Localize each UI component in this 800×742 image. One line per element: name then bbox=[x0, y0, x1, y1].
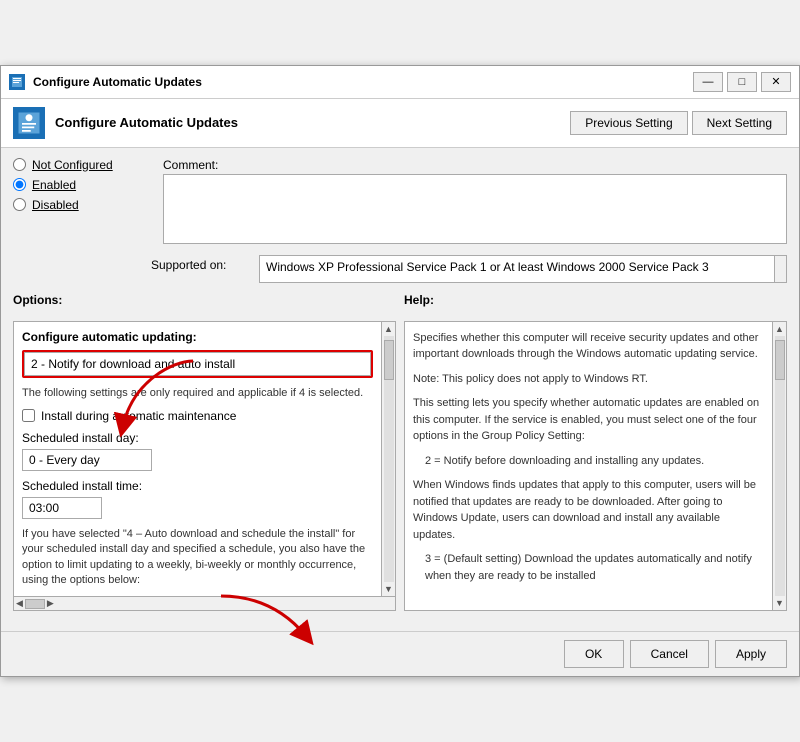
title-bar-controls: — □ ✕ bbox=[693, 72, 791, 92]
supported-scrollbar[interactable] bbox=[774, 256, 786, 282]
ok-button[interactable]: OK bbox=[564, 640, 624, 668]
h-scroll-left-arrow[interactable]: ◀ bbox=[16, 598, 23, 609]
columns-section: Options: Help: Configure automatic updat… bbox=[13, 293, 787, 612]
scroll-up-arrow[interactable]: ▲ bbox=[384, 324, 393, 334]
auto-maintenance-checkbox-item[interactable]: Install during automatic maintenance bbox=[22, 409, 373, 423]
window: Configure Automatic Updates — □ ✕ Config… bbox=[0, 65, 800, 678]
help-para1: Specifies whether this computer will rec… bbox=[413, 330, 764, 363]
supported-value: Windows XP Professional Service Pack 1 o… bbox=[259, 255, 787, 283]
left-scroll-area: Configure automatic updating: 2 - Notify… bbox=[14, 322, 381, 597]
disabled-radio[interactable] bbox=[13, 198, 26, 211]
window-icon bbox=[9, 74, 25, 90]
apply-button[interactable]: Apply bbox=[715, 640, 787, 668]
radio-group: Not Configured Enabled Disabled bbox=[13, 158, 143, 212]
header-icon bbox=[13, 107, 45, 139]
previous-setting-button[interactable]: Previous Setting bbox=[570, 111, 687, 135]
left-scrollbar[interactable]: ▲ ▼ bbox=[381, 322, 395, 597]
configure-dropdown[interactable]: 2 - Notify for download and auto install… bbox=[24, 352, 371, 376]
maximize-button[interactable]: □ bbox=[727, 72, 757, 92]
day-select-wrapper: 0 - Every day 1 - Sunday 2 - Monday bbox=[22, 449, 152, 471]
header-buttons: Previous Setting Next Setting bbox=[570, 111, 787, 135]
help-para5: When Windows finds updates that apply to… bbox=[413, 477, 764, 543]
help-para4: 2 = Notify before downloading and instal… bbox=[425, 453, 764, 470]
dialog-header: Configure Automatic Updates Previous Set… bbox=[1, 99, 799, 148]
bottom-text: If you have selected "4 – Auto download … bbox=[22, 527, 373, 589]
auto-maintenance-checkbox[interactable] bbox=[22, 409, 35, 422]
options-comment-row: Not Configured Enabled Disabled Comment: bbox=[13, 158, 787, 247]
help-para2: Note: This policy does not apply to Wind… bbox=[413, 371, 764, 388]
title-bar: Configure Automatic Updates — □ ✕ bbox=[1, 66, 799, 99]
supported-value-text: Windows XP Professional Service Pack 1 o… bbox=[266, 260, 709, 274]
help-para6: 3 = (Default setting) Download the updat… bbox=[425, 551, 764, 584]
scroll-thumb[interactable] bbox=[384, 340, 394, 380]
configure-dropdown-wrapper: 2 - Notify for download and auto install… bbox=[22, 350, 373, 378]
day-field-row: 0 - Every day 1 - Sunday 2 - Monday bbox=[22, 449, 373, 471]
header-title: Configure Automatic Updates bbox=[55, 115, 238, 130]
supported-row: Supported on: Windows XP Professional Se… bbox=[13, 255, 787, 283]
configure-updating-label: Configure automatic updating: bbox=[22, 330, 373, 344]
comment-label: Comment: bbox=[163, 158, 787, 172]
options-header: Options: bbox=[13, 293, 396, 307]
time-label: Scheduled install time: bbox=[22, 479, 373, 493]
right-scroll-up-arrow[interactable]: ▲ bbox=[775, 324, 784, 334]
not-configured-option[interactable]: Not Configured bbox=[13, 158, 143, 172]
minimize-button[interactable]: — bbox=[693, 72, 723, 92]
cancel-button[interactable]: Cancel bbox=[630, 640, 709, 668]
time-select-wrapper: 03:00 04:00 bbox=[22, 497, 102, 519]
disabled-label: Disabled bbox=[32, 198, 79, 212]
not-configured-radio[interactable] bbox=[13, 158, 26, 171]
h-scroll-right-arrow[interactable]: ▶ bbox=[47, 598, 54, 609]
footer: OK Cancel Apply bbox=[1, 631, 799, 676]
scroll-down-arrow[interactable]: ▼ bbox=[384, 584, 393, 594]
help-header: Help: bbox=[404, 293, 787, 307]
auto-maintenance-label: Install during automatic maintenance bbox=[41, 409, 236, 423]
dialog-body: Not Configured Enabled Disabled Comment:… bbox=[1, 148, 799, 632]
h-scroll-thumb[interactable] bbox=[25, 599, 45, 609]
right-scroll-down-arrow[interactable]: ▼ bbox=[775, 598, 784, 608]
right-column: Specifies whether this computer will rec… bbox=[404, 321, 787, 612]
left-column: Configure automatic updating: 2 - Notify… bbox=[13, 321, 396, 612]
time-field-row: 03:00 04:00 bbox=[22, 497, 373, 519]
left-inner: Configure automatic updating: 2 - Notify… bbox=[14, 322, 395, 597]
columns: Configure automatic updating: 2 - Notify… bbox=[13, 321, 787, 612]
disabled-option[interactable]: Disabled bbox=[13, 198, 143, 212]
day-label: Scheduled install day: bbox=[22, 431, 373, 445]
enabled-option[interactable]: Enabled bbox=[13, 178, 143, 192]
comment-area: Comment: bbox=[163, 158, 787, 247]
header-left: Configure Automatic Updates bbox=[13, 107, 238, 139]
right-col-content: Specifies whether this computer will rec… bbox=[405, 322, 772, 611]
time-select[interactable]: 03:00 04:00 bbox=[22, 497, 102, 519]
help-para3: This setting lets you specify whether au… bbox=[413, 395, 764, 445]
next-setting-button[interactable]: Next Setting bbox=[692, 111, 787, 135]
close-button[interactable]: ✕ bbox=[761, 72, 791, 92]
not-configured-label: Not Configured bbox=[32, 158, 113, 172]
comment-textarea[interactable] bbox=[163, 174, 787, 244]
right-scroll-track bbox=[775, 336, 785, 597]
right-scrollbar[interactable]: ▲ ▼ bbox=[772, 322, 786, 611]
enabled-label: Enabled bbox=[32, 178, 76, 192]
day-select[interactable]: 0 - Every day 1 - Sunday 2 - Monday bbox=[22, 449, 152, 471]
right-scroll-thumb[interactable] bbox=[775, 340, 785, 380]
supported-label: Supported on: bbox=[151, 255, 251, 272]
info-text: The following settings are only required… bbox=[22, 386, 373, 401]
enabled-radio[interactable] bbox=[13, 178, 26, 191]
scroll-track bbox=[384, 336, 394, 583]
horizontal-scrollbar[interactable]: ◀ ▶ bbox=[14, 596, 395, 610]
title-bar-text: Configure Automatic Updates bbox=[33, 75, 685, 89]
